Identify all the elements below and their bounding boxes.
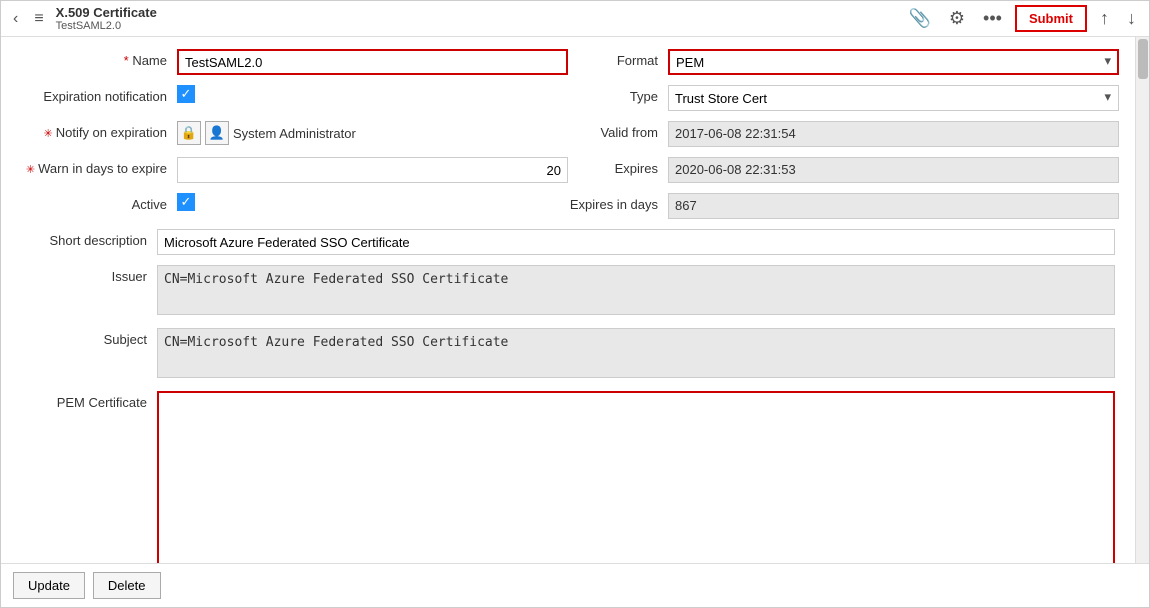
active-expiresdays-row: Active Expires in days 867 (17, 193, 1119, 219)
type-select[interactable]: Trust Store Cert (668, 85, 1119, 111)
name-col: Name TestSAML2.0 (17, 49, 568, 75)
expires-in-days-value: 867 (668, 193, 1119, 219)
type-select-wrapper: Trust Store Cert (668, 85, 1119, 111)
pem-cert-row: PEM Certificate (17, 391, 1119, 563)
valid-from-field-wrapper: 2017-06-08 22:31:54 (668, 121, 1119, 147)
delete-button[interactable]: Delete (93, 572, 161, 599)
warn-col: Warn in days to expire 20 (17, 157, 568, 183)
format-field-wrapper: PEM (668, 49, 1119, 75)
subject-field-wrapper: CN=Microsoft Azure Federated SSO Certifi… (157, 328, 1115, 381)
scrollbar[interactable] (1135, 37, 1149, 563)
issuer-field-wrapper: CN=Microsoft Azure Federated SSO Certifi… (157, 265, 1115, 318)
submit-button[interactable]: Submit (1015, 5, 1087, 32)
expires-col: Expires 2020-06-08 22:31:53 (568, 157, 1119, 183)
warn-expires-row: Warn in days to expire 20 Expires 2020-0… (17, 157, 1119, 183)
type-col: Type Trust Store Cert (568, 85, 1119, 111)
issuer-textarea: CN=Microsoft Azure Federated SSO Certifi… (157, 265, 1115, 315)
back-button[interactable]: ‹ (9, 8, 22, 30)
notify-col: Notify on expiration 🔒 👤 System Administ… (17, 121, 568, 145)
pem-cert-field-wrapper (157, 391, 1115, 563)
active-col: Active (17, 193, 568, 212)
expiration-checkbox-wrapper (177, 85, 568, 103)
issuer-label: Issuer (17, 265, 157, 284)
validfrom-col: Valid from 2017-06-08 22:31:54 (568, 121, 1119, 147)
active-label: Active (17, 193, 177, 212)
expires-field-wrapper: 2020-06-08 22:31:53 (668, 157, 1119, 183)
format-label: Format (568, 49, 668, 68)
footer: Update Delete (1, 563, 1149, 607)
short-description-label: Short description (17, 229, 157, 248)
expires-label: Expires (568, 157, 668, 176)
subject-row: Subject CN=Microsoft Azure Federated SSO… (17, 328, 1119, 381)
short-description-field-wrapper: Microsoft Azure Federated SSO Certificat… (157, 229, 1115, 255)
format-select[interactable]: PEM (668, 49, 1119, 75)
name-format-row: Name TestSAML2.0 Format PEM (17, 49, 1119, 75)
expires-in-days-label: Expires in days (568, 193, 668, 212)
format-col: Format PEM (568, 49, 1119, 75)
down-arrow-button[interactable]: ↓ (1122, 6, 1141, 31)
expires-in-days-col: Expires in days 867 (568, 193, 1119, 219)
expiration-notification-checkbox[interactable] (177, 85, 195, 103)
type-field-wrapper: Trust Store Cert (668, 85, 1119, 111)
short-description-input[interactable]: Microsoft Azure Federated SSO Certificat… (157, 229, 1115, 255)
header: ‹ ≡ X.509 Certificate TestSAML2.0 📎 ⚙ ••… (1, 1, 1149, 37)
warn-days-input[interactable]: 20 (177, 157, 568, 183)
active-checkbox-wrapper (177, 193, 568, 211)
short-description-row: Short description Microsoft Azure Federa… (17, 229, 1119, 255)
format-select-wrapper: PEM (668, 49, 1119, 75)
expiration-col: Expiration notification (17, 85, 568, 104)
notify-user-text: System Administrator (233, 126, 356, 141)
header-left: ‹ ≡ X.509 Certificate TestSAML2.0 (9, 5, 157, 32)
lock-icon-button[interactable]: 🔒 (177, 121, 201, 145)
pem-cert-textarea[interactable] (157, 391, 1115, 563)
update-button[interactable]: Update (13, 572, 85, 599)
expiration-type-row: Expiration notification Type Trust Store… (17, 85, 1119, 111)
notify-field-wrapper: 🔒 👤 System Administrator (177, 121, 568, 145)
warn-days-field-wrapper: 20 (177, 157, 568, 183)
expires-value: 2020-06-08 22:31:53 (668, 157, 1119, 183)
up-arrow-button[interactable]: ↑ (1095, 6, 1114, 31)
valid-from-value: 2017-06-08 22:31:54 (668, 121, 1119, 147)
person-add-icon-button[interactable]: 👤 (205, 121, 229, 145)
valid-from-label: Valid from (568, 121, 668, 140)
subject-textarea: CN=Microsoft Azure Federated SSO Certifi… (157, 328, 1115, 378)
page-title-sub: TestSAML2.0 (56, 20, 157, 32)
active-checkbox[interactable] (177, 193, 195, 211)
expires-in-days-field-wrapper: 867 (668, 193, 1119, 219)
expiration-notification-label: Expiration notification (17, 85, 177, 104)
settings-icon-button[interactable]: ⚙ (944, 6, 970, 31)
notify-validfrom-row: Notify on expiration 🔒 👤 System Administ… (17, 121, 1119, 147)
name-label: Name (17, 49, 177, 68)
header-right: 📎 ⚙ ••• Submit ↑ ↓ (903, 5, 1141, 32)
menu-button[interactable]: ≡ (30, 8, 47, 30)
header-title: X.509 Certificate TestSAML2.0 (56, 5, 157, 32)
name-field-wrapper: TestSAML2.0 (177, 49, 568, 75)
main-content: Name TestSAML2.0 Format PEM (1, 37, 1149, 563)
pem-cert-label: PEM Certificate (17, 391, 157, 410)
issuer-row: Issuer CN=Microsoft Azure Federated SSO … (17, 265, 1119, 318)
paperclip-icon-button[interactable]: 📎 (903, 6, 935, 31)
name-input[interactable]: TestSAML2.0 (177, 49, 568, 75)
notify-label: Notify on expiration (17, 121, 177, 140)
page-title-main: X.509 Certificate (56, 5, 157, 20)
form-area: Name TestSAML2.0 Format PEM (1, 37, 1135, 563)
type-label: Type (568, 85, 668, 104)
notify-row: 🔒 👤 System Administrator (177, 121, 568, 145)
scrollbar-thumb[interactable] (1138, 39, 1148, 79)
more-options-button[interactable]: ••• (978, 6, 1007, 31)
warn-days-label: Warn in days to expire (17, 157, 177, 176)
subject-label: Subject (17, 328, 157, 347)
